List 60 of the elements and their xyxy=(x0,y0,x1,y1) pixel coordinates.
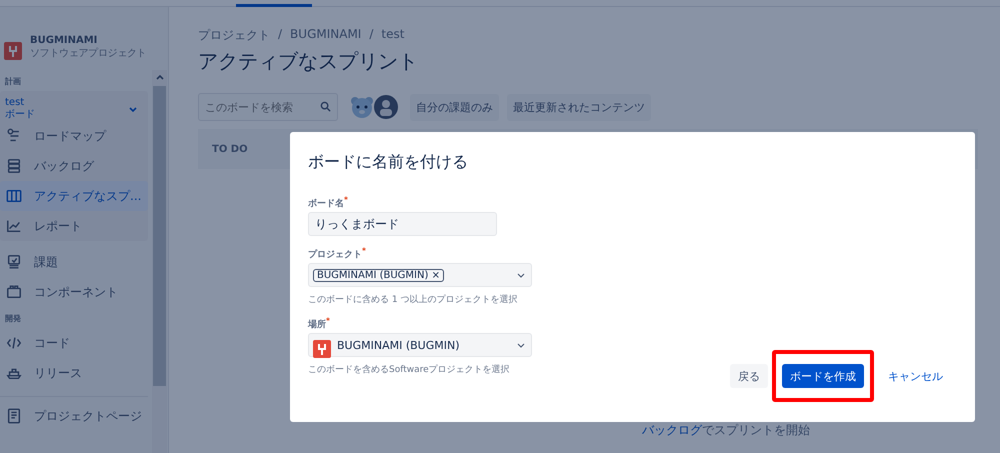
help-text: このボードに含める 1 つ以上のプロジェクトを選択 xyxy=(308,293,518,306)
issues-icon xyxy=(6,254,22,270)
bear-avatar-icon[interactable] xyxy=(350,95,374,119)
sidebar-item[interactable]: リリース xyxy=(0,358,152,388)
breadcrumb-separator: / xyxy=(369,27,374,43)
create-board-button[interactable]: ボードを作成 xyxy=(782,364,864,388)
location-select[interactable]: BUGMINAMI (BUGMIN) xyxy=(308,333,532,357)
field-label: プロジェクト xyxy=(308,250,362,260)
quick-filter[interactable]: 自分の課題のみ xyxy=(410,94,499,120)
section-heading: 計画 xyxy=(4,76,22,88)
backlog-link[interactable]: バックログ xyxy=(642,423,702,437)
page-title: アクティブなスプリント xyxy=(198,48,419,75)
board-switcher[interactable]: test ボード xyxy=(5,97,35,121)
field-label: ボード名 xyxy=(308,199,344,209)
search-field[interactable]: このボードを検索 xyxy=(198,93,338,121)
empty-hint: バックログでスプリントを開始 xyxy=(642,422,810,439)
breadcrumb-link[interactable]: test xyxy=(381,27,404,44)
board-name-field[interactable]: りっくまボード xyxy=(308,212,497,236)
backlog-icon xyxy=(6,158,22,174)
section-heading: 開発 xyxy=(4,313,22,325)
sidebar-item[interactable]: コード xyxy=(0,328,152,358)
user-avatar-icon[interactable] xyxy=(374,95,398,119)
board-icon xyxy=(6,188,22,204)
required-mark: * xyxy=(344,195,348,204)
quick-filter[interactable]: 最近更新されたコンテンツ xyxy=(507,94,651,120)
breadcrumb-link[interactable]: プロジェクト xyxy=(198,27,270,44)
select-value: BUGMINAMI (BUGMIN) xyxy=(337,338,460,352)
sidebar-item[interactable]: コンポーネント xyxy=(0,277,152,307)
chevron-down-icon xyxy=(517,341,525,349)
chevron-down-icon xyxy=(517,271,525,279)
sidebar-item[interactable]: レポート xyxy=(0,211,148,241)
project-name: BUGMINAMI xyxy=(30,35,98,46)
column-heading: TO DO xyxy=(212,144,248,154)
roadmap-icon xyxy=(6,128,22,144)
sidebar-item[interactable]: バックログ xyxy=(0,151,148,181)
sidebar-item[interactable]: プロジェクトページ xyxy=(0,401,152,431)
sidebar-item[interactable]: アクティブなスプ... xyxy=(0,181,148,211)
code-icon xyxy=(6,335,22,351)
reports-icon xyxy=(6,218,22,234)
project-logo-icon xyxy=(4,42,22,60)
scrollbar[interactable] xyxy=(152,70,167,453)
help-text: このボードを含めるSoftwareプロジェクトを選択 xyxy=(308,363,510,376)
project-select[interactable]: BUGMINAMI (BUGMIN) × xyxy=(308,263,532,287)
project-tag[interactable]: BUGMINAMI (BUGMIN) × xyxy=(313,268,444,282)
project-logo-icon xyxy=(313,340,331,358)
back-button[interactable]: 戻る xyxy=(730,364,768,388)
project-type: ソフトウェアプロジェクト xyxy=(30,46,146,60)
breadcrumb-separator: / xyxy=(278,27,282,43)
scroll-up-icon[interactable] xyxy=(154,73,164,81)
sidebar-item[interactable]: 課題 xyxy=(0,247,152,277)
required-mark: * xyxy=(326,316,330,325)
components-icon xyxy=(6,284,22,300)
sidebar-item[interactable]: ロードマップ xyxy=(0,121,148,151)
breadcrumb-link[interactable]: BUGMINAMI xyxy=(290,27,362,44)
cancel-link[interactable]: キャンセル xyxy=(880,364,951,388)
required-mark: * xyxy=(362,246,366,255)
dialog-title: ボードに名前を付ける xyxy=(308,152,469,173)
search-icon xyxy=(320,101,331,112)
page-icon xyxy=(6,408,22,424)
field-label: 場所 xyxy=(308,320,326,330)
